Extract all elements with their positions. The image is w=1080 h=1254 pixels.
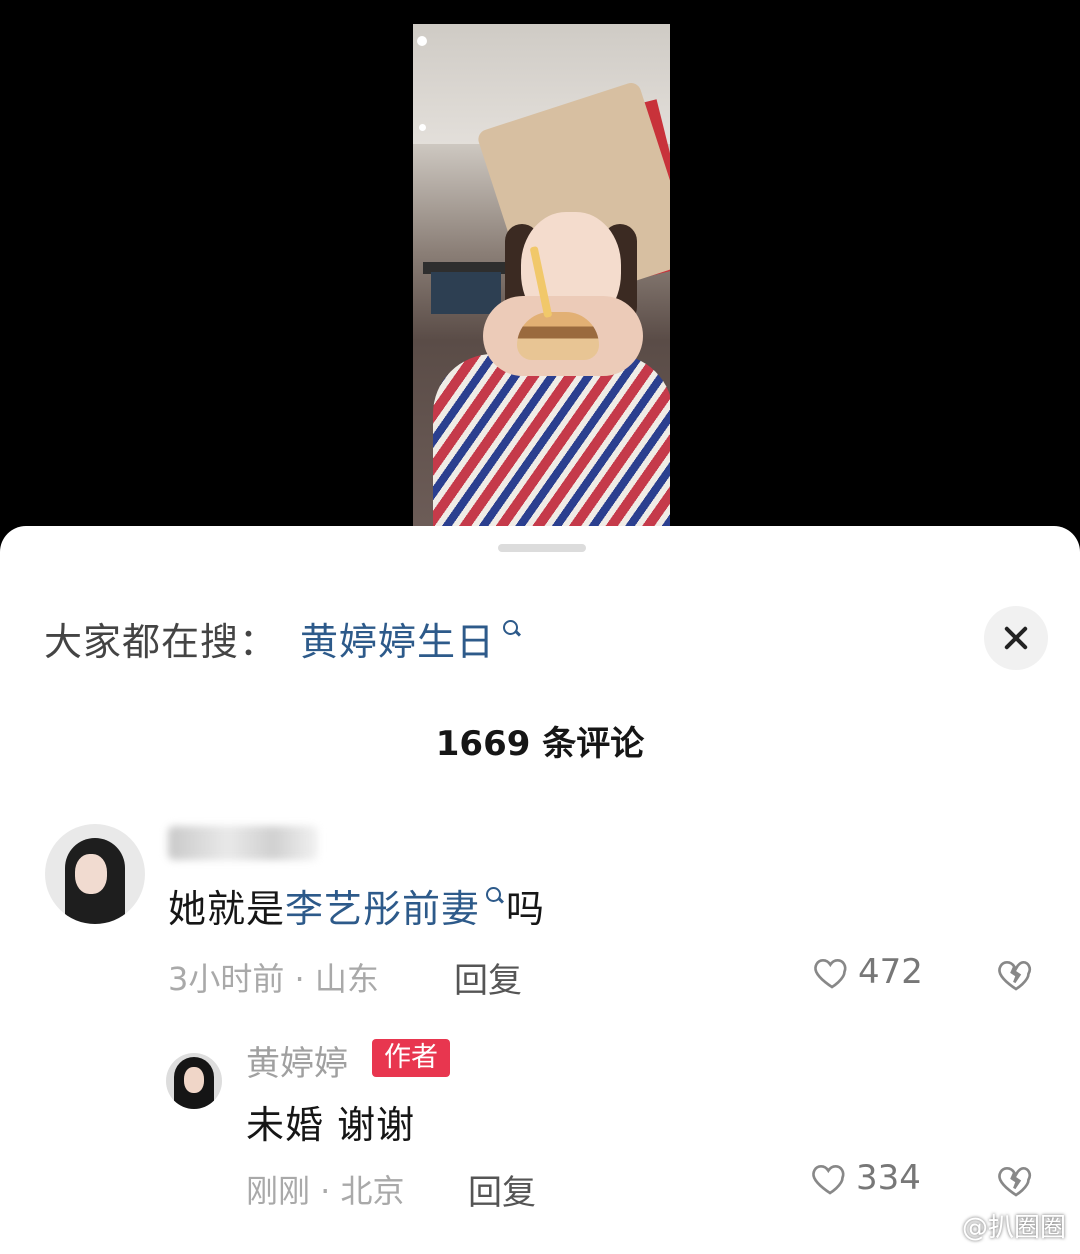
ceiling-light <box>417 36 427 46</box>
reply-meta: 刚刚 · 北京 <box>246 1172 405 1210</box>
trending-search[interactable]: 大家都在搜： 黄婷婷生日 <box>44 616 523 664</box>
comment-text: 她就是 李艺彤前妻吗 <box>168 878 545 933</box>
heart-icon <box>812 1164 845 1195</box>
weibo-logo-icon <box>920 1215 952 1238</box>
watermark-text: @扒圈圈 <box>961 1213 1066 1243</box>
author-avatar[interactable] <box>166 1053 222 1109</box>
weibo-watermark: @扒圈圈 <box>920 1207 1066 1244</box>
burger <box>517 312 599 360</box>
trending-search-prefix: 大家都在搜： <box>44 619 279 664</box>
trending-search-term[interactable]: 黄婷婷生日 <box>300 611 495 666</box>
reply-button[interactable]: 回复 <box>468 1165 536 1214</box>
search-icon <box>501 618 523 640</box>
reply-text: 未婚 谢谢 <box>246 1103 416 1147</box>
reply-button[interactable]: 回复 <box>454 953 522 1002</box>
sheet-drag-handle[interactable] <box>498 544 586 552</box>
ceiling-light <box>419 124 426 131</box>
comment-count: 1669 条评论 <box>435 724 645 764</box>
comment-search-link[interactable]: 李艺彤前妻 <box>285 878 480 933</box>
reply-username[interactable]: 黄婷婷 <box>246 1036 348 1085</box>
comment-sheet: 大家都在搜： 黄婷婷生日 1669 条评论 她就是 李艺彤前妻吗 3小时前 · 山… <box>0 526 1080 1254</box>
striped-dress <box>433 354 670 534</box>
like-button[interactable]: 334 <box>810 1158 921 1198</box>
username-blurred[interactable] <box>168 826 318 860</box>
avatar[interactable] <box>45 824 145 924</box>
author-badge: 作者 <box>372 1039 450 1077</box>
dislike-icon[interactable] <box>996 1160 1036 1200</box>
like-count: 472 <box>858 952 923 992</box>
video-player[interactable] <box>413 24 670 534</box>
like-button[interactable]: 472 <box>812 952 923 992</box>
close-button[interactable] <box>984 606 1048 670</box>
dislike-icon[interactable] <box>996 954 1036 994</box>
heart-icon <box>814 958 847 989</box>
like-count: 334 <box>856 1158 921 1198</box>
comment-meta: 3小时前 · 山东 <box>168 960 379 998</box>
store-screen <box>431 272 501 314</box>
search-icon <box>484 885 506 907</box>
